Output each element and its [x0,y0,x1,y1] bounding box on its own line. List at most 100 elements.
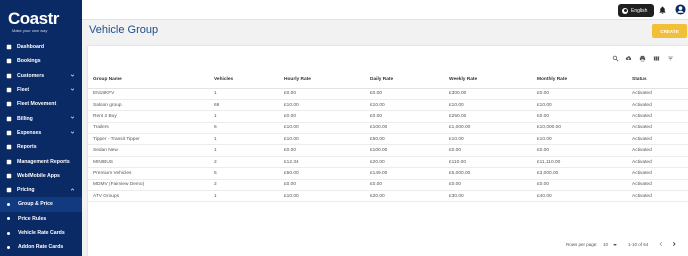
sidebar-subitem-label: Group & Price [18,201,53,208]
calendar-icon [6,59,12,64]
column-header[interactable]: Group Name [88,72,209,89]
table-row[interactable]: Rent 2 Buy 1 £0.00 £0.00 £250.00 £0.00 Activat… [88,110,688,123]
table-body: EN18KFV 1 £0.00 £0.00 £300.00 £0.00 Activated S… [88,88,688,203]
report-icon [6,144,12,150]
table-cell: £10.00 [532,133,627,146]
chevron-down-icon[interactable] [70,115,75,120]
table-row[interactable]: MDMV (Fairview Demo) 2 £0.00 £0.00 £0.00 £0.0… [88,179,688,192]
table-row[interactable]: Premium Vehicles 6 £50.00 £149.00 £5,000.00 £… [88,167,688,180]
table-cell: Tipper - Transit Tipper [88,133,209,146]
table-cell: £0.00 [444,179,532,192]
sidebar-subitem-price-rules[interactable]: Price Rules [0,212,82,226]
chart-icon [6,159,12,164]
sidebar-subitem-group-price[interactable]: Group & Price [0,197,82,212]
mobile-icon [6,173,12,179]
sidebar-nav: Dashboard Bookings Customers Fleet Fleet Mov… [0,40,82,254]
table-cell: £3,000.00 [532,167,627,180]
table-cell: £10.00 [279,122,365,135]
columns-icon[interactable] [653,55,660,62]
rows-per-page-select[interactable]: 10 [603,242,608,247]
chevron-down-icon[interactable] [70,73,75,78]
sidebar-item-label: Fleet Movement [17,101,57,108]
table-row[interactable]: Sedan New 1 £0.00 £100.00 £0.00 £0.00 Activate… [88,144,688,157]
sidebar-item-label: Fleet [17,87,30,94]
user-avatar-icon[interactable] [675,4,686,15]
table-cell: £100.00 [365,144,444,157]
column-header[interactable]: Daily Rate [365,72,444,89]
table-cell: Sedan New [88,144,209,157]
pagination: Rows per page: 10 1-10 of 64 [88,241,688,252]
table-cell: £10.00 [532,99,627,112]
table-cell: £0.00 [532,110,627,123]
table-cell: Trailers [88,122,209,135]
chevron-down-icon[interactable] [70,130,75,135]
search-icon[interactable] [612,55,619,62]
sidebar-item-pricing[interactable]: Pricing [0,183,82,197]
table-row[interactable]: Trailers 6 £10.00 £100.00 £1,000.00 £10,000.0… [88,122,688,135]
tag-icon [6,187,12,193]
sidebar-subitem-addon-rate-cards[interactable]: Addon Rate Cards [0,240,82,254]
caret-down-icon[interactable] [613,243,617,246]
table-cell: £0.00 [279,144,365,157]
table-cell: £10.00 [279,190,365,203]
table-row[interactable]: Tipper - Transit Tipper 1 £10.00 £50.00 £10.… [88,133,688,146]
filter-icon[interactable] [667,55,674,62]
table-cell: Activated [627,99,688,112]
language-icon [622,7,628,14]
chevron-up-icon[interactable] [70,187,75,192]
table-row[interactable]: EN18KFV 1 £0.00 £0.00 £300.00 £0.00 Activated [88,88,688,100]
brand-tagline: Make your own way [12,28,48,33]
sidebar-item-label: Expenses [17,129,42,136]
table-cell: Activated [627,122,688,135]
sidebar-subitem-label: Price Rules [18,215,47,222]
sidebar-item-fleet[interactable]: Fleet [0,83,82,97]
sidebar-item-customers[interactable]: Customers [0,69,82,83]
sidebar-item-reports[interactable]: Reports [0,140,82,154]
table-cell: Activated [627,144,688,157]
sidebar-item-web-mobile-apps[interactable]: Web/Mobile Apps [0,169,82,183]
chevron-right-icon[interactable] [671,241,677,247]
sidebar-item-dashboard[interactable]: Dashboard [0,40,82,54]
brand-logo[interactable]: Coastr Make your own way [8,10,74,38]
table-cell: £300.00 [444,88,532,100]
sidebar-item-fleet-movement[interactable]: Fleet Movement [0,97,82,111]
download-icon[interactable] [625,55,632,62]
language-button[interactable]: English [618,4,654,17]
table-cell: 6 [209,167,279,180]
table-cell: £250.00 [444,110,532,123]
sidebar-item-expenses[interactable]: Expenses [0,126,82,140]
column-header[interactable]: Monthly Rate [532,72,627,89]
column-header[interactable]: Hourly Rate [279,72,365,89]
table-cell: Activated [627,88,688,100]
table-cell: £1,000.00 [444,122,532,135]
sidebar-item-label: Customers [17,72,45,79]
table-cell: £0.00 [279,88,365,100]
sidebar-item-bookings[interactable]: Bookings [0,54,82,68]
sidebar-item-management-reports[interactable]: Management Reports [0,154,82,168]
table-cell: £0.00 [444,144,532,157]
bullet-icon [7,245,10,249]
chevron-down-icon[interactable] [70,87,75,92]
sidebar-item-billing[interactable]: Billing [0,111,82,125]
print-icon[interactable] [639,55,646,62]
table-row[interactable]: ATV Groups 1 £10.00 £20.00 £30.00 £40.00 Activ… [88,190,688,203]
table-cell: £50.00 [279,167,365,180]
table-cell: £12.34 [279,156,365,169]
column-header[interactable]: Weekly Rate [444,72,532,89]
bullet-icon [7,231,10,235]
table-row[interactable]: MINIBUS 2 £12.34 £20.00 £110.00 £11,110.00 Act… [88,156,688,169]
column-header[interactable]: Vehicles [209,72,279,89]
create-button[interactable]: CREATE [652,24,687,38]
language-label: English [631,7,648,14]
sidebar-subitem-vehicle-rate-cards[interactable]: Vehicle Rate Cards [0,226,82,240]
table-header-row: Group Name Vehicles Hourly Rate Daily Rate W… [88,72,688,89]
bullet-icon [7,217,10,221]
bell-icon[interactable] [658,5,667,15]
column-header[interactable]: Status [627,72,688,89]
table-row[interactable]: Saloon group 69 £10.00 £10.00 £10.00 £10.00 Ac… [88,99,688,112]
dashboard-icon [6,44,12,50]
table-cell: ATV Groups [88,190,209,203]
chevron-left-icon[interactable] [658,241,664,247]
truck-icon [6,102,12,107]
table-cell: £10.00 [365,99,444,112]
